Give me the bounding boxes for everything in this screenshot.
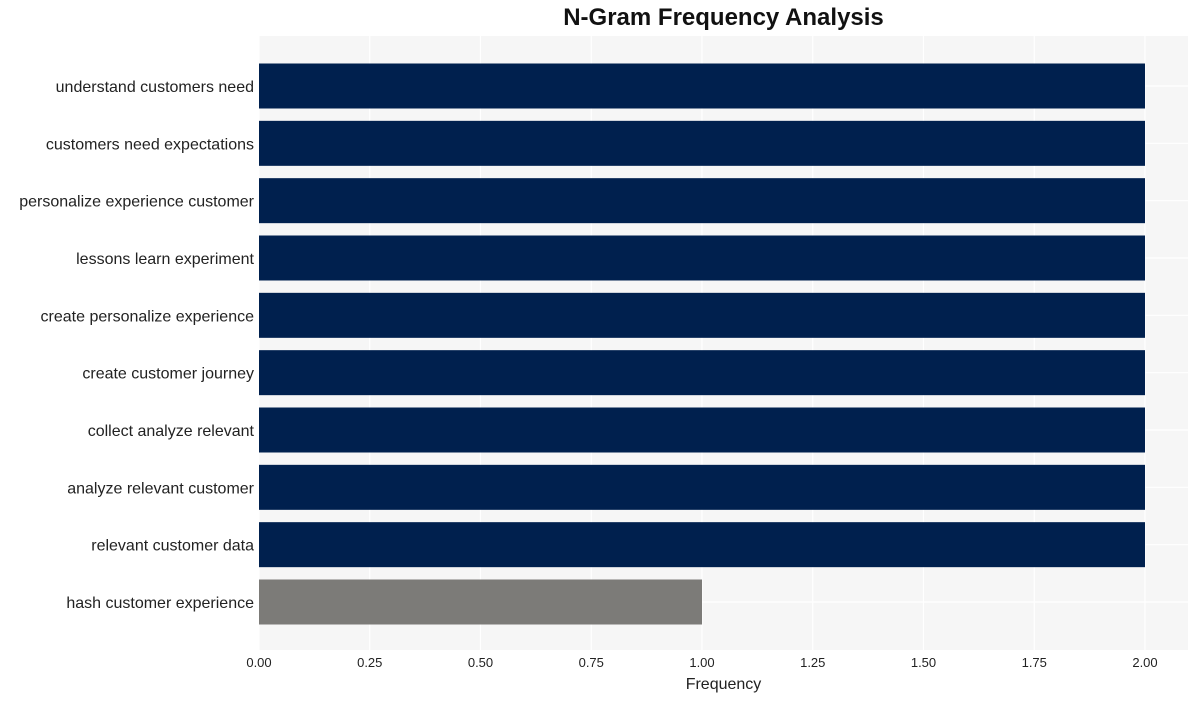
bar: [259, 522, 1145, 568]
x-tick-label: 1.50: [911, 655, 936, 670]
bar: [259, 178, 1145, 224]
bar: [259, 235, 1145, 281]
x-tick-label: 1.75: [1022, 655, 1047, 670]
x-tick-label: 0.00: [246, 655, 271, 670]
bar: [259, 464, 1145, 510]
bar: [259, 292, 1145, 338]
y-tick-label: analyze relevant customer: [67, 480, 254, 497]
x-tick-label: 0.50: [468, 655, 493, 670]
bar: [259, 350, 1145, 396]
y-tick-label: lessons learn experiment: [76, 251, 254, 268]
y-tick-label: relevant customer data: [91, 538, 254, 555]
x-tick-label: 0.75: [579, 655, 604, 670]
y-tick-label: create personalize experience: [41, 308, 255, 325]
x-axis-label: Frequency: [686, 676, 762, 693]
bar-chart: understand customers need customers need …: [19, 36, 1188, 693]
x-tick-label: 1.25: [800, 655, 825, 670]
bar: [259, 63, 1145, 109]
x-tick-label: 1.00: [689, 655, 714, 670]
y-tick-label: hash customer experience: [66, 595, 254, 612]
y-tick-label: personalize experience customer: [19, 194, 254, 211]
x-axis-ticks: 0.00 0.25 0.50 0.75 1.00 1.25 1.50 1.75 2.00: [246, 655, 1157, 670]
bar: [259, 407, 1145, 453]
bar: [259, 579, 702, 625]
y-tick-label: create customer journey: [82, 366, 254, 383]
y-tick-label: customers need expectations: [46, 136, 254, 153]
x-tick-label: 0.25: [357, 655, 382, 670]
y-tick-label: understand customers need: [56, 79, 254, 96]
y-axis-labels: understand customers need customers need …: [19, 79, 254, 612]
x-tick-label: 2.00: [1132, 655, 1157, 670]
y-tick-label: collect analyze relevant: [88, 423, 255, 440]
bar: [259, 120, 1145, 166]
